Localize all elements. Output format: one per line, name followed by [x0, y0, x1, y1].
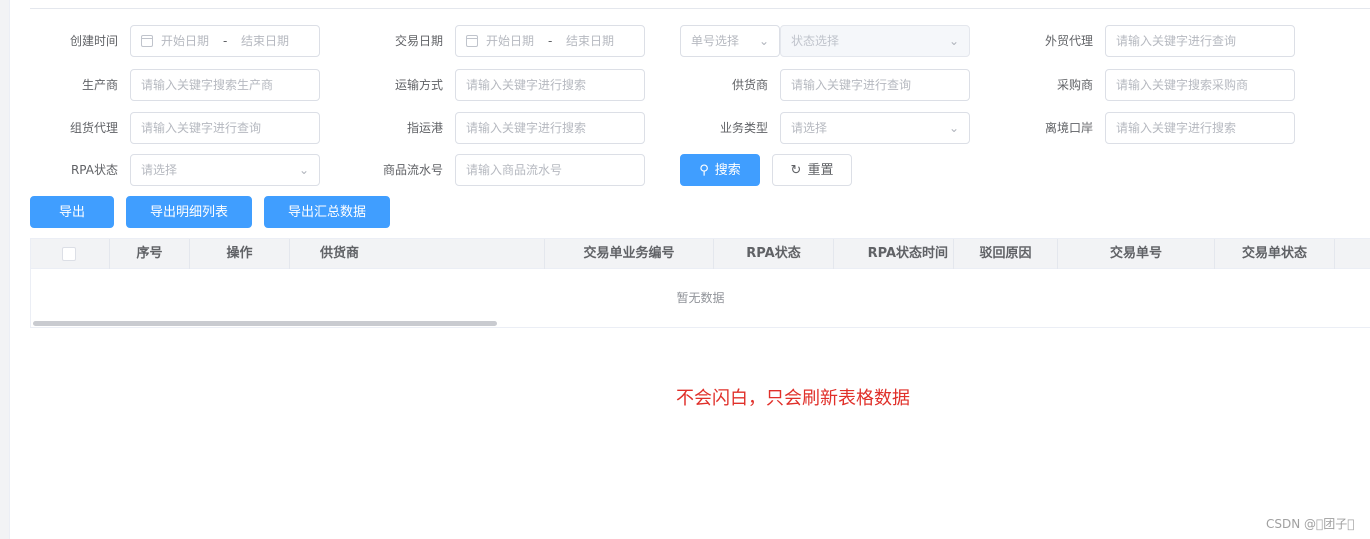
- destination-port-label: 指运港: [406, 121, 443, 135]
- left-sidebar-edge: [0, 0, 10, 539]
- column-rpa-status-time[interactable]: RPA状态时间: [834, 239, 954, 269]
- rpa-status-placeholder: 请选择: [141, 163, 178, 177]
- column-trade-no[interactable]: 交易单号: [1058, 239, 1215, 269]
- watermark: CSDN @ 团子 : [1266, 517, 1355, 531]
- chevron-down-icon: ⌄: [948, 121, 959, 135]
- column-trade-business-no[interactable]: 交易单业务编号: [545, 239, 714, 269]
- created-end-placeholder: 结束日期: [241, 34, 290, 48]
- foreign-trade-agent-label: 外贸代理: [1044, 34, 1093, 48]
- order-no-select[interactable]: 单号选择 ⌄: [680, 25, 780, 57]
- foreign-trade-agent-input[interactable]: 请输入关键字进行查询: [1105, 25, 1295, 57]
- top-divider: [30, 8, 1370, 9]
- supplier-input[interactable]: 请输入关键字进行查询: [780, 69, 970, 101]
- created-range-separator: -: [223, 34, 228, 48]
- column-reject-reason[interactable]: 驳回原因: [954, 239, 1058, 269]
- table-header: 序号 操作 供货商 交易单业务编号 RPA状态 RPA状态时间 驳回原因 交易单…: [31, 239, 1370, 269]
- search-button-label: 搜索: [714, 163, 741, 178]
- purchaser-input[interactable]: 请输入关键字搜索采购商: [1105, 69, 1295, 101]
- column-supplier[interactable]: 供货商: [290, 239, 545, 269]
- column-index[interactable]: 序号: [110, 239, 190, 269]
- rpa-status-label: RPA状态: [70, 163, 118, 177]
- search-button[interactable]: ⚲ 搜索: [680, 154, 760, 186]
- purchaser-label: 采购商: [1056, 78, 1093, 92]
- order-no-select-placeholder: 单号选择: [691, 34, 740, 48]
- manufacturer-label: 生产商: [81, 78, 118, 92]
- reset-button[interactable]: ↻ 重置: [772, 154, 852, 186]
- transport-mode-input[interactable]: 请输入关键字进行搜索: [455, 69, 645, 101]
- trade-date-range[interactable]: 开始日期 - 结束日期: [455, 25, 645, 57]
- transport-mode-label: 运输方式: [394, 78, 443, 92]
- consolidation-agent-input[interactable]: 请输入关键字进行查询: [130, 112, 320, 144]
- column-actions[interactable]: 操作: [190, 239, 290, 269]
- trade-date-label: 交易日期: [394, 34, 443, 48]
- business-type-select[interactable]: 请选择 ⌄: [780, 112, 970, 144]
- trade-start-placeholder: 开始日期: [486, 34, 535, 48]
- rpa-status-select[interactable]: 请选择 ⌄: [130, 154, 320, 186]
- data-table: 序号 操作 供货商 交易单业务编号 RPA状态 RPA状态时间 驳回原因 交易单…: [30, 238, 1370, 328]
- created-time-range[interactable]: 开始日期 - 结束日期: [130, 25, 320, 57]
- column-trade-status[interactable]: 交易单状态: [1215, 239, 1335, 269]
- chevron-down-icon: ⌄: [758, 34, 769, 48]
- export-summary-button[interactable]: 导出汇总数据: [264, 196, 390, 228]
- export-button[interactable]: 导出: [30, 196, 114, 228]
- exit-port-input[interactable]: 请输入关键字进行搜索: [1105, 112, 1295, 144]
- horizontal-scrollbar[interactable]: [33, 321, 497, 326]
- exit-port-label: 离境口岸: [1044, 121, 1093, 135]
- reset-button-label: 重置: [807, 163, 834, 178]
- consolidation-agent-label: 组货代理: [69, 121, 118, 135]
- created-time-label: 创建时间: [69, 34, 118, 48]
- calendar-icon: [466, 35, 478, 47]
- business-type-placeholder: 请选择: [791, 121, 828, 135]
- select-all-checkbox[interactable]: [62, 247, 76, 261]
- chevron-down-icon: ⌄: [948, 34, 959, 48]
- goods-serial-input[interactable]: 请输入商品流水号: [455, 154, 645, 186]
- manufacturer-input[interactable]: 请输入关键字搜索生产商: [130, 69, 320, 101]
- search-icon: ⚲: [699, 163, 709, 178]
- created-start-placeholder: 开始日期: [161, 34, 210, 48]
- chevron-down-icon: ⌄: [298, 163, 309, 177]
- supplier-label: 供货商: [731, 78, 768, 92]
- status-select[interactable]: 状态选择 ⌄: [780, 25, 970, 57]
- export-detail-button[interactable]: 导出明细列表: [126, 196, 252, 228]
- destination-port-input[interactable]: 请输入关键字进行搜索: [455, 112, 645, 144]
- trade-end-placeholder: 结束日期: [566, 34, 615, 48]
- annotation-note: 不会闪白，只会刷新表格数据: [676, 388, 910, 409]
- column-rpa-status[interactable]: RPA状态: [714, 239, 834, 269]
- select-all-column: [31, 239, 110, 269]
- column-truncated[interactable]: 交: [1335, 239, 1370, 269]
- status-select-placeholder: 状态选择: [791, 34, 840, 48]
- calendar-icon: [141, 35, 153, 47]
- empty-state-text: 暂无数据: [676, 291, 725, 305]
- business-type-label: 业务类型: [719, 121, 768, 135]
- refresh-icon: ↻: [790, 163, 802, 178]
- goods-serial-label: 商品流水号: [382, 163, 443, 177]
- trade-range-separator: -: [548, 34, 553, 48]
